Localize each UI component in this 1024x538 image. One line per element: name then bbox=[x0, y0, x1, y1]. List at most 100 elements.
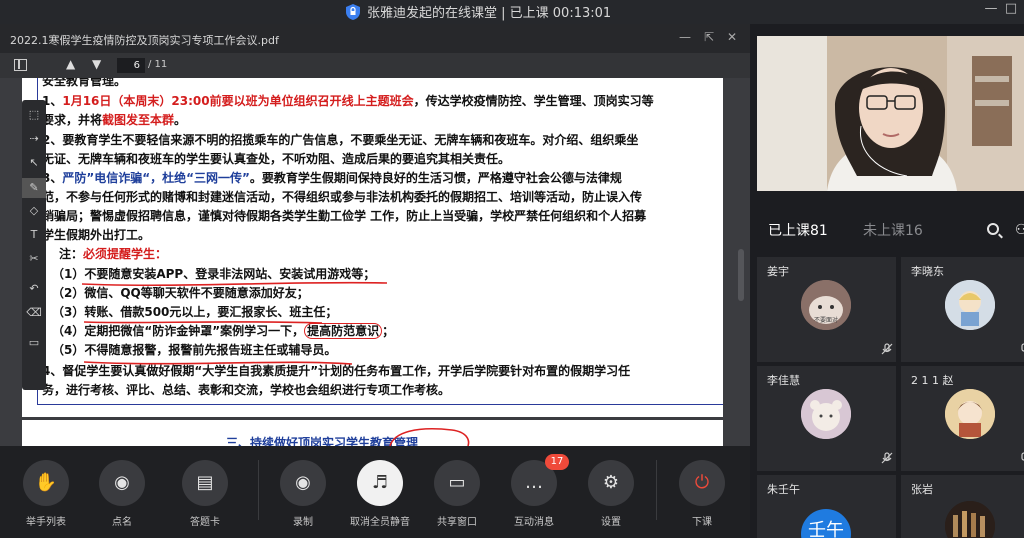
toolbar-label: 点名 bbox=[112, 517, 132, 528]
scissors-icon[interactable]: ✂ bbox=[22, 252, 46, 265]
teacher-video bbox=[757, 36, 1024, 191]
power-icon: ⏻ bbox=[679, 460, 725, 506]
minimize-icon[interactable]: — bbox=[984, 1, 998, 16]
pdf-next-page: 三、持续做好顶岗实习学生教育管理 bbox=[22, 420, 723, 446]
toolbar-label: 互动消息 bbox=[514, 517, 554, 528]
tab-absent[interactable]: 未上课16 bbox=[863, 220, 923, 240]
hand-icon: ✋ bbox=[23, 460, 69, 506]
unmute-all-button[interactable]: ♬ 取消全员静音 bbox=[342, 460, 418, 528]
cursor-icon[interactable]: ↖ bbox=[22, 156, 46, 169]
laser-icon[interactable]: ⇢ bbox=[22, 132, 46, 145]
pdf-scrollbar[interactable] bbox=[738, 249, 744, 301]
avatar bbox=[945, 501, 995, 538]
student-name: 2 1 1 赵 bbox=[911, 374, 954, 387]
toolbar-divider bbox=[258, 460, 259, 520]
shape-icon[interactable]: ◇ bbox=[22, 204, 46, 217]
classroom-title-text: 张雅迪发起的在线课堂 | 已上课 00:13:01 bbox=[367, 6, 612, 21]
sidebar-toggle-icon[interactable] bbox=[14, 59, 27, 71]
share-window-button[interactable]: ▭ 共享窗口 bbox=[419, 460, 495, 528]
student-tile[interactable]: 李佳慧 bbox=[757, 366, 896, 471]
avatar-bear-image bbox=[801, 389, 851, 439]
toolbar-label: 答题卡 bbox=[190, 517, 220, 528]
user-icon[interactable]: ⚇ bbox=[1015, 222, 1024, 238]
pdf-minimize-icon[interactable]: — bbox=[678, 30, 692, 44]
avatar-photo-image bbox=[945, 501, 995, 538]
avatar: 不要面对 bbox=[801, 280, 851, 330]
student-tile[interactable]: 张岩 bbox=[901, 475, 1024, 538]
record-button[interactable]: ◉ 录制 bbox=[265, 460, 341, 528]
pdf-fullscreen-icon[interactable]: ⇱ bbox=[702, 30, 716, 44]
attendance-tabs: 已上课81 未上课16 ⚇ bbox=[750, 220, 1024, 244]
toolbar-label: 举手列表 bbox=[26, 517, 66, 528]
avatar-caption: 不要面对 bbox=[814, 316, 838, 324]
page-total: / 11 bbox=[148, 59, 168, 70]
pen-icon[interactable]: ✎ bbox=[22, 178, 46, 198]
answer-sheet-button[interactable]: ▤ 答题卡 bbox=[167, 460, 243, 528]
student-tile[interactable]: 2 1 1 赵 bbox=[901, 366, 1024, 471]
teacher-video-frame bbox=[757, 36, 1024, 191]
answer-sheet-icon: ▤ bbox=[182, 460, 228, 506]
student-name: 李佳慧 bbox=[767, 374, 800, 387]
pen-annotations bbox=[81, 281, 388, 365]
mic-muted-icon[interactable] bbox=[880, 343, 894, 355]
mic-icon[interactable] bbox=[1017, 343, 1024, 355]
toolbar-divider bbox=[656, 460, 657, 520]
student-tile[interactable]: 朱壬午 壬午 bbox=[757, 475, 896, 538]
text-tool-icon[interactable]: T bbox=[22, 228, 46, 241]
avatar bbox=[945, 280, 995, 330]
raise-hand-list-button[interactable]: ✋ 举手列表 bbox=[8, 460, 84, 528]
roll-call-button[interactable]: ◉ 点名 bbox=[84, 460, 160, 528]
clear-icon[interactable]: ▭ bbox=[22, 336, 46, 349]
annotation-toolbar: ⬚ ⇢ ↖ ✎ ◇ T ✂ ↶ ⌫ ▭ bbox=[22, 100, 46, 390]
location-pin-icon: ◉ bbox=[99, 460, 145, 506]
arrow-up-icon[interactable]: ▲ bbox=[66, 57, 75, 71]
shield-icon bbox=[346, 3, 360, 20]
eraser-icon[interactable]: ⌫ bbox=[22, 306, 46, 319]
participants-panel: 已上课81 未上课16 ⚇ 姜宇 不要面对 李晓东 李佳慧 2 1 1 赵 朱壬… bbox=[750, 24, 1024, 538]
page-number-input[interactable]: 6 bbox=[117, 58, 145, 73]
search-icon[interactable] bbox=[987, 223, 999, 235]
avatar bbox=[801, 389, 851, 439]
unmute-all-icon: ♬ bbox=[357, 460, 403, 506]
arrow-down-icon[interactable]: ▼ bbox=[92, 57, 101, 71]
share-window-icon: ▭ bbox=[434, 460, 480, 506]
toolbar-label: 共享窗口 bbox=[437, 517, 477, 528]
maximize-icon[interactable]: □ bbox=[1004, 1, 1018, 16]
window-titlebar: 张雅迪发起的在线课堂 | 已上课 00:13:01 — □ bbox=[0, 0, 1024, 24]
student-name: 李晓东 bbox=[911, 265, 944, 278]
unread-badge: 17 bbox=[545, 454, 569, 470]
avatar-cat-image: 不要面对 bbox=[801, 280, 851, 330]
student-tile[interactable]: 李晓东 bbox=[901, 257, 1024, 362]
student-name: 姜宇 bbox=[767, 265, 789, 278]
mic-icon[interactable] bbox=[1017, 452, 1024, 464]
avatar bbox=[945, 389, 995, 439]
pen-annotation-next bbox=[389, 427, 470, 446]
avatar-anime-image bbox=[945, 389, 995, 439]
avatar: 壬午 bbox=[801, 509, 851, 538]
pdf-close-icon[interactable]: ✕ bbox=[725, 30, 739, 44]
tab-attended[interactable]: 已上课81 bbox=[768, 220, 828, 240]
pdf-header: 2022.1寒假学生疫情防控及顶岗实习专项工作会议.pdf — ⇱ ✕ bbox=[0, 24, 750, 53]
class-toolbar: ✋ 举手列表 ◉ 点名 ▤ 答题卡 ◉ 录制 ♬ 取消全员静音 ▭ 共享窗口 …… bbox=[0, 446, 750, 538]
pdf-filename: 2022.1寒假学生疫情防控及顶岗实习专项工作会议.pdf bbox=[10, 34, 279, 47]
undo-icon[interactable]: ↶ bbox=[22, 282, 46, 295]
select-icon[interactable]: ⬚ bbox=[22, 108, 46, 121]
student-name: 张岩 bbox=[911, 483, 933, 496]
mic-muted-icon[interactable] bbox=[880, 452, 894, 464]
record-icon: ◉ bbox=[280, 460, 326, 506]
toolbar-label: 设置 bbox=[601, 517, 621, 528]
pdf-page: 安全教育管理。 1、1月16日（本周末）23:00前要以班为单位组织召开线上主题… bbox=[22, 78, 723, 417]
interaction-messages-button[interactable]: … 17 互动消息 bbox=[496, 454, 572, 528]
settings-icon: ⚙ bbox=[588, 460, 634, 506]
toolbar-label: 录制 bbox=[293, 517, 313, 528]
message-icon: … 17 bbox=[511, 454, 569, 506]
end-class-button[interactable]: ⏻ 下课 bbox=[664, 460, 740, 528]
toolbar-label: 下课 bbox=[692, 517, 712, 528]
pdf-viewer: 2022.1寒假学生疫情防控及顶岗实习专项工作会议.pdf — ⇱ ✕ ▲ ▼ … bbox=[0, 24, 750, 446]
settings-button[interactable]: ⚙ 设置 bbox=[573, 460, 649, 528]
toolbar-label: 取消全员静音 bbox=[350, 517, 410, 528]
pdf-toolbar: ▲ ▼ 6 / 11 bbox=[0, 53, 750, 78]
classroom-title: 张雅迪发起的在线课堂 | 已上课 00:13:01 bbox=[345, 2, 611, 21]
student-tile[interactable]: 姜宇 不要面对 bbox=[757, 257, 896, 362]
student-name: 朱壬午 bbox=[767, 483, 800, 496]
